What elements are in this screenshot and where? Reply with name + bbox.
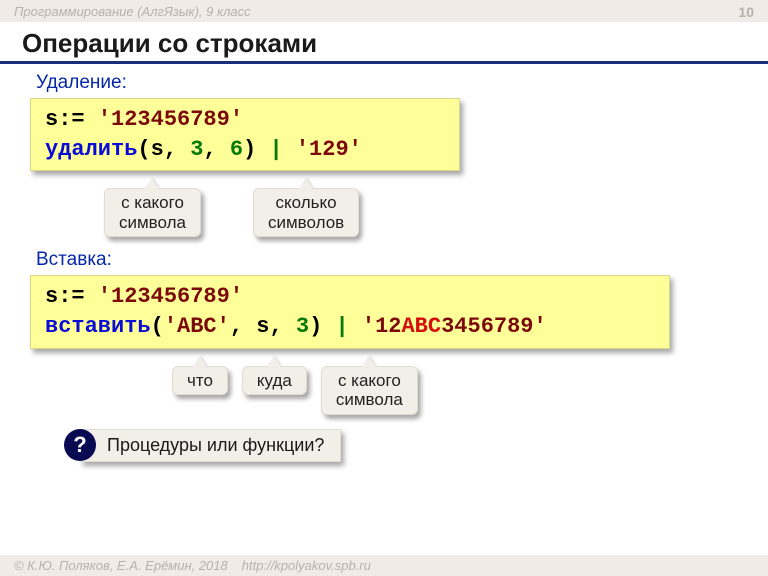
code-comma: , <box>164 137 190 162</box>
code-result-highlight: ABC <box>401 314 441 339</box>
slide-header: Программирование (АлгЯзык), 9 класс 10 <box>0 0 768 22</box>
course-name: Программирование (АлгЯзык), 9 класс <box>14 4 251 20</box>
balloon-tail-icon <box>193 357 207 367</box>
code-fn: удалить <box>45 137 137 162</box>
balloon: с какого символа <box>104 179 201 237</box>
balloon: с какого символа <box>321 357 418 415</box>
code-line: вставить('ABC', s, 3) | '12ABC3456789' <box>45 312 655 342</box>
code-paren: ( <box>137 137 150 162</box>
balloon: куда <box>242 357 307 415</box>
code-result: 3456789' <box>441 314 547 339</box>
insertion-label: Вставка: <box>36 249 738 271</box>
balloon-tail-icon <box>299 179 313 189</box>
code-arg: 3 <box>190 137 203 162</box>
code-arg: 6 <box>230 137 243 162</box>
insertion-balloons: что куда с какого символа <box>172 357 738 415</box>
balloon-tail-icon <box>362 357 376 367</box>
deletion-code: s:= '123456789' удалить(s, 3, 6) | '129' <box>30 98 460 171</box>
code-arg: 3 <box>296 314 309 339</box>
insertion-code: s:= '123456789' вставить('ABC', s, 3) | … <box>30 275 670 348</box>
page-number: 10 <box>738 4 754 20</box>
balloon: сколько символов <box>253 179 359 237</box>
balloon-tail-icon <box>145 179 159 189</box>
balloon-tail-icon <box>267 357 281 367</box>
code-paren: ) <box>309 314 335 339</box>
balloon-from-char: с какого символа <box>321 366 418 415</box>
code-pipe: | <box>335 314 361 339</box>
code-line: s:= '123456789' <box>45 105 445 135</box>
copyright: © К.Ю. Поляков, Е.А. Ерёмин, 2018 <box>14 558 228 573</box>
code-paren: ( <box>151 314 164 339</box>
deletion-balloons: с какого символа сколько символов <box>104 179 738 237</box>
balloon-what: что <box>172 366 228 396</box>
deletion-label: Удаление: <box>36 72 738 94</box>
question-text: Процедуры или функции? <box>80 429 341 462</box>
balloon-how-many: сколько символов <box>253 188 359 237</box>
question-row: ? Процедуры или функции? <box>64 429 738 462</box>
code-fn: вставить <box>45 314 151 339</box>
code-string: '123456789' <box>98 284 243 309</box>
code-comma: , <box>269 314 295 339</box>
code-result: '129' <box>296 137 362 162</box>
code-comma: , <box>230 314 256 339</box>
balloon-where: куда <box>242 366 307 396</box>
code-pipe: | <box>269 137 295 162</box>
code-line: удалить(s, 3, 6) | '129' <box>45 135 445 165</box>
code-string: '123456789' <box>98 107 243 132</box>
slide-title: Операции со строками <box>0 22 768 64</box>
code-arg: 'ABC' <box>164 314 230 339</box>
code-var: s <box>45 107 58 132</box>
code-paren: ) <box>243 137 269 162</box>
code-line: s:= '123456789' <box>45 282 655 312</box>
code-arg: s <box>256 314 269 339</box>
balloon: что <box>172 357 228 415</box>
code-assign: := <box>58 107 98 132</box>
code-var: s <box>45 284 58 309</box>
slide-footer: © К.Ю. Поляков, Е.А. Ерёмин, 2018 http:/… <box>0 555 768 576</box>
code-arg: s <box>151 137 164 162</box>
balloon-from-char: с какого символа <box>104 188 201 237</box>
code-result: '12 <box>362 314 402 339</box>
slide-content: Удаление: s:= '123456789' удалить(s, 3, … <box>0 72 768 462</box>
footer-url: http://kpolyakov.spb.ru <box>242 558 371 573</box>
code-assign: := <box>58 284 98 309</box>
code-comma: , <box>203 137 229 162</box>
